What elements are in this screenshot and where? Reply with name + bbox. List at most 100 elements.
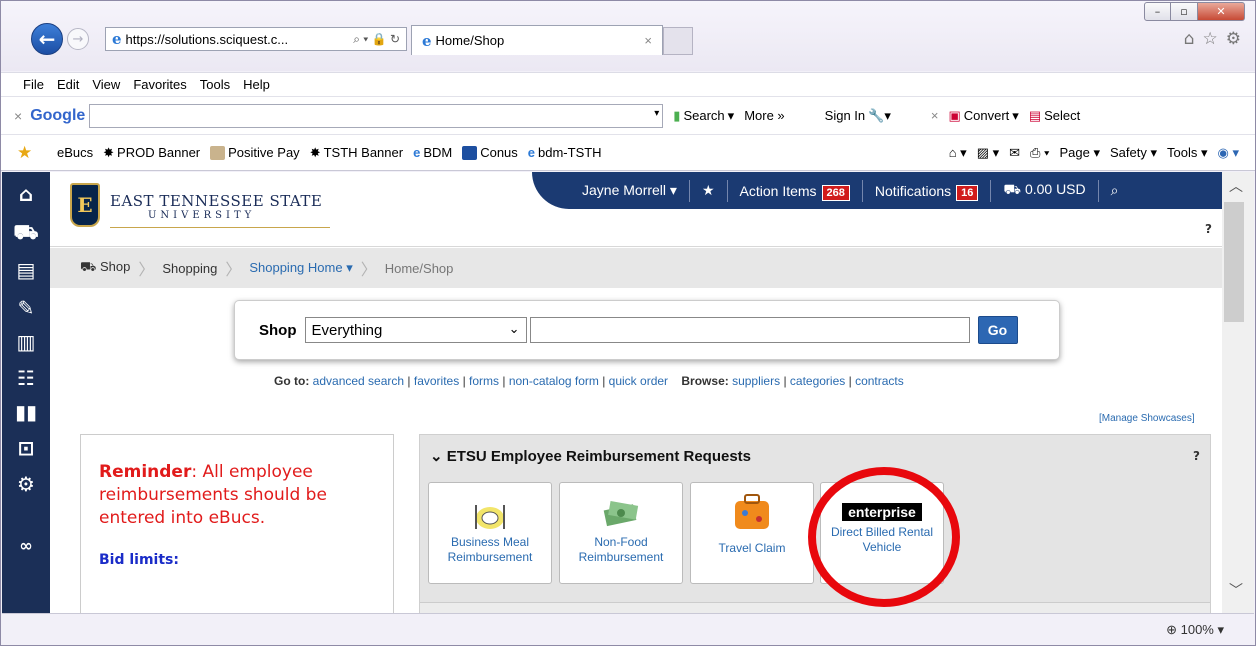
divider [1097,179,1099,202]
google-more-button[interactable]: More » [744,108,784,123]
mail-icon[interactable]: ✉ [1009,145,1020,161]
cmd-tools[interactable]: Tools ▾ [1167,145,1208,161]
fav-prod-banner[interactable]: ✸ PROD Banner [103,145,200,161]
link-favorites[interactable]: favorites [414,374,459,388]
contacts-icon[interactable]: ☷ [2,366,50,390]
scroll-up-icon[interactable]: ︿ [1222,176,1250,196]
fav-conus[interactable]: Conus [462,145,518,160]
page-scrollbar[interactable]: ︿ ﹀ [1222,172,1254,613]
divider [726,179,728,202]
documents-icon[interactable]: ▤ [2,258,50,282]
lock-icon[interactable]: ⊡ [2,436,50,460]
cart-link[interactable]: ⛟ 0.00 USD [1003,181,1085,200]
menu-help[interactable]: Help [243,77,270,92]
fav-tsth-banner[interactable]: ✸ TSTH Banner [310,145,403,161]
home-icon[interactable]: ⌂ [1184,29,1195,49]
add-favorite-star-icon[interactable]: ★ [17,143,57,163]
user-menu[interactable]: Jayne Morrell ▾ [582,182,677,199]
help-icon[interactable]: ◉ ▾ [1218,145,1239,161]
scroll-thumb[interactable] [1224,202,1244,322]
toolbar-close-icon[interactable]: × [14,108,22,124]
notifications-badge: 16 [956,184,979,201]
link-advanced-search[interactable]: advanced search [313,374,404,388]
search-icon[interactable]: ⌕ [1111,182,1119,199]
university-name: EAST TENNESSEE STATE [110,192,323,210]
go-button[interactable]: Go [977,316,1018,344]
cart-icon[interactable]: ⛟ [2,220,50,247]
menu-tools[interactable]: Tools [200,77,230,92]
menu-edit[interactable]: Edit [57,77,79,92]
convert-button[interactable]: ▣ Convert ▾ [948,108,1018,124]
manage-showcases-link[interactable]: [Manage Showcases] [1099,413,1195,424]
institution-icon[interactable]: ▥ [2,330,50,354]
tile-business-meal[interactable]: Business Meal Reimbursement [428,482,552,584]
tile-non-food[interactable]: Non-Food Reimbursement [559,482,683,584]
settings-icon[interactable]: ⚙ [2,472,50,496]
status-bar: ⊕ 100% ▾ [2,613,1254,645]
link-categories[interactable]: categories [790,374,845,388]
favorites-star-icon[interactable]: ★ [702,182,715,199]
binoculars-icon[interactable]: ∞ [2,536,50,555]
breadcrumb: ⛟ Shop 〉 Shopping 〉 Shopping Home ▾ 〉 Ho… [50,248,1222,288]
notifications-link[interactable]: Notifications 16 [875,183,979,201]
fav-bdm-tsth[interactable]: e bdm-TSTH [528,145,602,160]
link-forms[interactable]: forms [469,374,499,388]
cmd-page[interactable]: Page ▾ [1060,145,1101,161]
new-tab-button[interactable] [663,27,693,55]
tile-label: Business Meal Reimbursement [447,535,533,564]
tab-close-icon[interactable]: × [644,33,652,48]
panel-title[interactable]: ⌄ ETSU Employee Reimbursement Requests [430,447,751,465]
menu-bar: File Edit View Favorites Tools Help [1,72,1255,96]
browser-tab[interactable]: e Home/Shop × [411,25,663,55]
scroll-down-icon[interactable]: ﹀ [1222,580,1250,600]
address-tools-icon[interactable]: ⌕ ▾ 🔒 ↻ [353,32,400,47]
favorites-star-icon[interactable]: ☆ [1203,29,1218,49]
action-items-link[interactable]: Action Items 268 [740,183,850,201]
fav-bdm[interactable]: e BDM [413,145,452,160]
feeds-icon[interactable]: ▨ ▾ [977,145,999,161]
link-contracts[interactable]: contracts [855,374,904,388]
edit-icon[interactable]: ✎ [2,296,50,320]
select-icon: ▤ [1028,107,1042,123]
link-quick-order[interactable]: quick order [609,374,668,388]
back-button[interactable]: ← [31,23,63,55]
google-search-button[interactable]: ▮ Search ▾ [673,108,734,124]
breadcrumb-shopping[interactable]: Shopping [162,261,217,276]
home-icon[interactable]: ⌂ [2,182,50,206]
fav-ebucs[interactable]: eBucs [57,145,93,160]
tile-travel-claim[interactable]: Travel Claim [690,482,814,584]
minimize-button[interactable]: – [1144,2,1171,21]
dropdown-arrow-icon[interactable]: ▾ [654,108,659,119]
shop-search-input[interactable] [529,317,970,343]
google-sign-in[interactable]: Sign In 🔧▾ [825,108,891,124]
reports-icon[interactable]: ▮▮ [2,400,50,424]
menu-file[interactable]: File [23,77,44,92]
menu-favorites[interactable]: Favorites [133,77,186,92]
home-cmd-icon[interactable]: ⌂ ▾ [949,145,967,161]
browser-window: – ▫ ✕ ← → e https://solutions.sciquest.c… [0,0,1256,646]
menu-view[interactable]: View [92,77,120,92]
cmd-safety[interactable]: Safety ▾ [1110,145,1157,161]
link-suppliers[interactable]: suppliers [732,374,780,388]
zoom-control[interactable]: ⊕ 100% ▾ [1166,622,1224,638]
panel-help[interactable]: ? [1193,449,1200,463]
window-controls: – ▫ ✕ [1144,2,1245,21]
link-non-catalog-form[interactable]: non-catalog form [509,374,599,388]
cart-icon: ⛟ [1003,181,1022,197]
toolbar2-close-icon[interactable]: × [931,108,939,123]
select-button[interactable]: ▤ Select [1029,108,1080,124]
settings-gear-icon[interactable]: ⚙ [1226,29,1241,49]
breadcrumb-shopping-home[interactable]: Shopping Home ▾ [249,260,352,276]
shop-scope-select[interactable]: Everything ⌄ [304,317,527,343]
print-icon[interactable]: ⎙ ▾ [1030,145,1049,161]
breadcrumb-shop[interactable]: ⛟ Shop [80,259,130,277]
page-help[interactable]: ? [1205,222,1212,236]
close-window-button[interactable]: ✕ [1198,2,1245,21]
fav-positive-pay[interactable]: Positive Pay [210,145,300,160]
address-bar[interactable]: e https://solutions.sciquest.c... ⌕ ▾ 🔒 … [105,27,407,51]
tab-title: Home/Shop [435,33,505,48]
maximize-button[interactable]: ▫ [1171,2,1198,21]
forward-button[interactable]: → [67,28,89,50]
google-search-input[interactable]: ▾ [89,103,664,128]
reminder-box: Reminder: All employee reimbursements sh… [80,434,394,613]
